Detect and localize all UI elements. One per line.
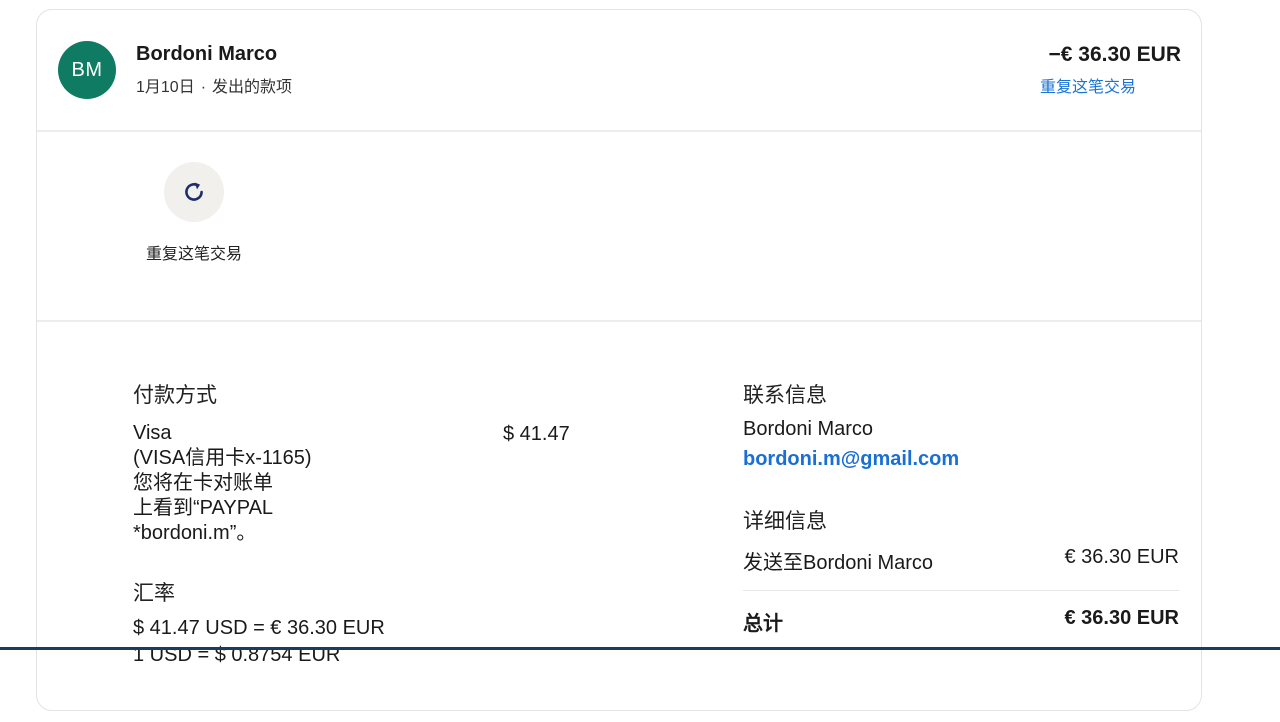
payment-line: (VISA信用卡x-1165)	[133, 447, 312, 469]
total-amount: € 36.30 EUR	[1064, 607, 1179, 629]
transaction-header: BM Bordoni Marco 1月10日 · 发出的款项 −€ 36.30 EU…	[37, 10, 1201, 132]
repeat-transaction-label: 重复这笔交易	[145, 246, 242, 263]
details-section: 付款方式 Visa (VISA信用卡x-1165) 您将在卡对账单 上看到“PA…	[37, 322, 1201, 722]
sent-to-row: 发送至Bordoni Marco € 36.30 EUR	[743, 546, 1179, 575]
payment-line: 上看到“PAYPAL	[133, 497, 274, 519]
payment-line: *bordoni.m”。	[133, 522, 257, 544]
actions-section: 重复这笔交易	[37, 130, 1201, 322]
payee-name: Bordoni Marco	[136, 43, 278, 65]
sent-to-amount: € 36.30 EUR	[1064, 546, 1179, 568]
repeat-transaction-link[interactable]: 重复这笔交易	[1040, 73, 1136, 97]
details-divider	[743, 590, 1179, 591]
contact-name: Bordoni Marco	[743, 418, 874, 440]
repeat-transaction-button[interactable]	[164, 162, 224, 222]
transaction-date: 1月10日	[136, 79, 195, 96]
transaction-amount: −€ 36.30 EUR	[1048, 43, 1181, 66]
contact-info-title: 联系信息	[743, 384, 827, 407]
payment-line: Visa	[133, 422, 172, 444]
transaction-meta: 1月10日 · 发出的款项	[136, 73, 292, 97]
avatar: BM	[58, 41, 116, 99]
payment-method-text: Visa (VISA信用卡x-1165) 您将在卡对账单 上看到“PAYPAL …	[133, 421, 353, 546]
sent-to-label: 发送至Bordoni Marco	[743, 552, 934, 574]
exchange-rate-title: 汇率	[133, 582, 175, 605]
total-label: 总计	[743, 613, 783, 635]
total-row: 总计 € 36.30 EUR	[743, 607, 1179, 636]
payment-method-title: 付款方式	[133, 384, 217, 407]
exchange-conversion: $ 41.47 USD = € 36.30 EUR	[133, 617, 385, 639]
transaction-card: BM Bordoni Marco 1月10日 · 发出的款项 −€ 36.30 EU…	[36, 9, 1202, 711]
contact-email-link[interactable]: bordoni.m@gmail.com	[743, 448, 959, 471]
meta-separator: ·	[200, 79, 207, 96]
payment-line: 您将在卡对账单	[133, 472, 273, 494]
details-title: 详细信息	[743, 510, 827, 533]
payment-amount: $ 41.47	[503, 423, 570, 445]
refresh-icon	[185, 182, 203, 201]
transaction-type: 发出的款项	[212, 79, 293, 96]
